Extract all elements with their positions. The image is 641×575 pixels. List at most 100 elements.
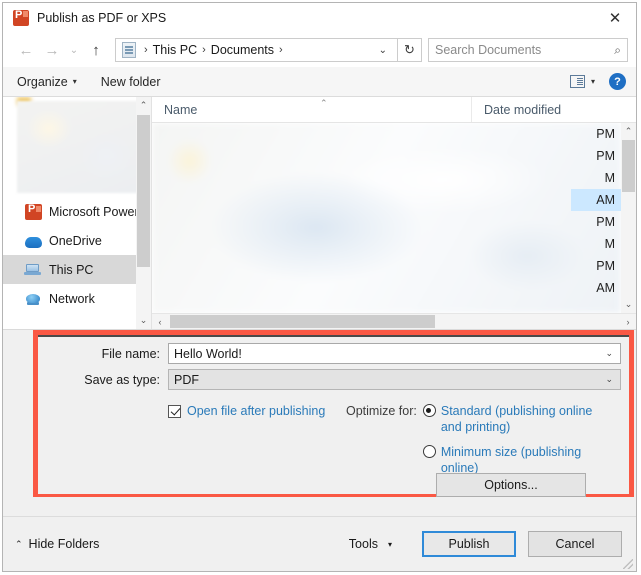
radio-standard-label[interactable]: Standard (publishing online and printing… <box>441 403 601 435</box>
file-list-vertical-scrollbar[interactable]: ⌃ ⌄ <box>621 123 636 313</box>
publish-button[interactable]: Publish <box>422 531 516 557</box>
sort-ascending-icon: ⌃ <box>320 98 328 108</box>
this-pc-icon <box>24 262 42 278</box>
radio-minimum-size-label[interactable]: Minimum size (publishing online) <box>441 444 601 476</box>
optimize-option-standard[interactable]: Standard (publishing online and printing… <box>422 403 601 435</box>
help-icon[interactable]: ? <box>609 73 626 90</box>
date-modified-value: AM <box>596 193 615 207</box>
dialog-footer: ⌃ Hide Folders Tools ▾ Publish Cancel <box>3 516 636 571</box>
sidebar-item-microsoft-powerpoint[interactable]: Microsoft PowerPo <box>3 197 151 226</box>
open-after-publishing-label[interactable]: Open file after publishing <box>187 404 325 418</box>
scroll-right-icon[interactable]: › <box>620 317 636 327</box>
forward-icon[interactable]: → <box>39 37 65 63</box>
chevron-down-icon[interactable]: ⌄ <box>598 348 620 359</box>
address-bar: ← → ⌄ ↑ › This PC › Documents › ⌄ ↻ Sear… <box>3 33 636 67</box>
table-row[interactable]: PM <box>571 211 621 233</box>
navigation-pane: Microsoft PowerPo OneDrive This PC Netwo… <box>3 97 151 329</box>
optimize-option-minimum-size[interactable]: Minimum size (publishing online) <box>422 444 601 476</box>
sidebar-scrollbar[interactable]: ⌃ ⌄ <box>136 97 151 329</box>
file-list-body[interactable]: PM PM M AM PM M PM AM ⌃ ⌄ <box>152 123 636 313</box>
close-icon[interactable]: ✕ <box>594 3 636 33</box>
refresh-icon[interactable]: ↻ <box>398 38 422 62</box>
open-after-publishing-checkbox[interactable] <box>168 404 181 418</box>
title-bar: Publish as PDF or XPS ✕ <box>3 3 636 33</box>
column-header-label: Date modified <box>484 102 562 117</box>
scroll-down-icon[interactable]: ⌄ <box>140 312 148 329</box>
radio-minimum-size[interactable] <box>422 445 436 458</box>
chevron-down-icon[interactable]: ⌄ <box>373 45 393 56</box>
table-row[interactable]: AM <box>571 277 621 299</box>
chevron-down-icon: ▾ <box>72 77 77 86</box>
file-list-header: Name ⌃ Date modified <box>152 97 636 123</box>
organize-button[interactable]: Organize ▾ <box>17 75 77 89</box>
search-box[interactable]: Search Documents ⌕ <box>428 38 628 62</box>
table-row[interactable]: PM <box>571 145 621 167</box>
breadcrumb-separator-2: › <box>279 44 283 56</box>
scroll-left-icon[interactable]: ‹ <box>152 317 168 327</box>
publish-dialog: Publish as PDF or XPS ✕ ← → ⌄ ↑ › This P… <box>2 2 637 572</box>
redacted-file-entries <box>152 123 621 313</box>
hide-folders-button[interactable]: ⌃ Hide Folders <box>15 537 99 551</box>
window-title: Publish as PDF or XPS <box>37 11 167 25</box>
scroll-down-icon[interactable]: ⌄ <box>625 296 633 313</box>
column-header-date-modified[interactable]: Date modified <box>472 97 561 122</box>
radio-standard[interactable] <box>422 404 436 417</box>
back-icon[interactable]: ← <box>13 37 39 63</box>
save-as-type-select[interactable]: PDF ⌄ <box>168 369 621 390</box>
sidebar-item-label: OneDrive <box>49 233 102 248</box>
browser-content: Microsoft PowerPo OneDrive This PC Netwo… <box>3 97 636 329</box>
tools-label: Tools <box>348 537 378 551</box>
date-modified-value: AM <box>596 281 615 295</box>
column-header-label: Name <box>164 102 198 117</box>
open-after-publishing-checkbox-row[interactable]: Open file after publishing <box>168 404 325 418</box>
recent-locations-icon[interactable]: ⌄ <box>65 37 83 63</box>
breadcrumb-item-this-pc[interactable]: This PC <box>153 43 197 57</box>
tools-button[interactable]: Tools ▾ <box>349 537 392 551</box>
folder-path-icon <box>122 42 136 58</box>
search-icon: ⌕ <box>614 42 621 57</box>
date-modified-value: PM <box>596 215 615 229</box>
horizontal-scrollbar-thumb[interactable] <box>170 315 435 328</box>
file-list-pane: Name ⌃ Date modified PM PM M AM PM M PM <box>151 97 636 329</box>
up-icon[interactable]: ↑ <box>83 37 109 63</box>
scroll-up-icon[interactable]: ⌃ <box>625 123 633 140</box>
scroll-up-icon[interactable]: ⌃ <box>140 97 148 114</box>
file-list-horizontal-scrollbar[interactable]: ‹ › <box>152 313 636 329</box>
date-modified-value: PM <box>596 259 615 273</box>
save-options-inner: File name: Hello World! ⌄ Save as type: … <box>38 335 629 497</box>
sidebar-item-label: This PC <box>49 262 94 277</box>
options-button[interactable]: Options... <box>436 473 586 497</box>
file-name-row: File name: Hello World! ⌄ <box>38 343 629 364</box>
file-name-input[interactable]: Hello World! ⌄ <box>168 343 621 364</box>
sidebar-scrollbar-thumb[interactable] <box>137 115 150 267</box>
new-folder-button[interactable]: New folder <box>101 75 161 89</box>
breadcrumb-separator-1: › <box>202 44 206 56</box>
chevron-down-icon[interactable]: ⌄ <box>598 374 620 385</box>
sidebar-item-this-pc[interactable]: This PC <box>3 255 151 284</box>
column-header-name[interactable]: Name ⌃ <box>152 97 472 122</box>
sidebar-item-network[interactable]: Network <box>3 284 151 313</box>
network-globe-icon <box>25 291 42 307</box>
search-input[interactable]: Search Documents <box>435 43 614 57</box>
breadcrumb[interactable]: › This PC › Documents › ⌄ <box>115 38 398 62</box>
resize-grip[interactable] <box>623 559 633 569</box>
vertical-scrollbar-thumb[interactable] <box>622 140 635 192</box>
table-row[interactable]: PM <box>571 255 621 277</box>
table-row[interactable]: M <box>571 167 621 189</box>
cancel-button[interactable]: Cancel <box>528 531 622 557</box>
optimize-for-label: Optimize for: <box>346 404 417 418</box>
breadcrumb-item-documents[interactable]: Documents <box>211 43 274 57</box>
save-options-panel: File name: Hello World! ⌄ Save as type: … <box>3 329 636 516</box>
organize-label: Organize <box>17 74 68 89</box>
table-row-selected[interactable]: AM <box>571 189 621 211</box>
sidebar-item-label: Network <box>49 291 95 306</box>
powerpoint-icon <box>25 203 42 220</box>
view-layout-icon[interactable] <box>569 75 585 88</box>
hide-folders-label: Hide Folders <box>28 537 100 551</box>
redacted-sidebar-region <box>17 101 145 193</box>
table-row[interactable]: M <box>571 233 621 255</box>
sidebar-item-onedrive[interactable]: OneDrive <box>3 226 151 255</box>
table-row[interactable]: PM <box>571 123 621 145</box>
horizontal-scrollbar-track[interactable] <box>168 314 620 329</box>
chevron-down-icon[interactable]: ▾ <box>591 77 595 86</box>
